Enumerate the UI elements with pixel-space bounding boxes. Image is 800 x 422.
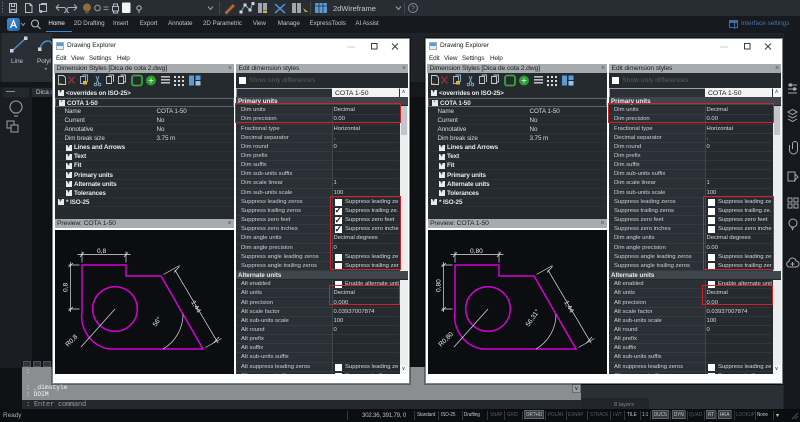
svg-text:Polyl: Polyl: [37, 58, 51, 65]
svg-text:R0,80: R0,80: [437, 330, 455, 348]
svg-text:0,8: 0,8: [97, 247, 106, 254]
svg-text:0,8: 0,8: [62, 282, 69, 291]
svg-text:0,80: 0,80: [435, 278, 442, 291]
svg-text:Line: Line: [11, 58, 24, 65]
svg-text:?: ?: [411, 6, 415, 13]
svg-text:56°: 56°: [151, 315, 163, 328]
svg-text:0,80: 0,80: [470, 247, 483, 254]
svg-text:R0,8: R0,8: [64, 333, 79, 348]
svg-text:56,31°: 56,31°: [524, 307, 542, 328]
